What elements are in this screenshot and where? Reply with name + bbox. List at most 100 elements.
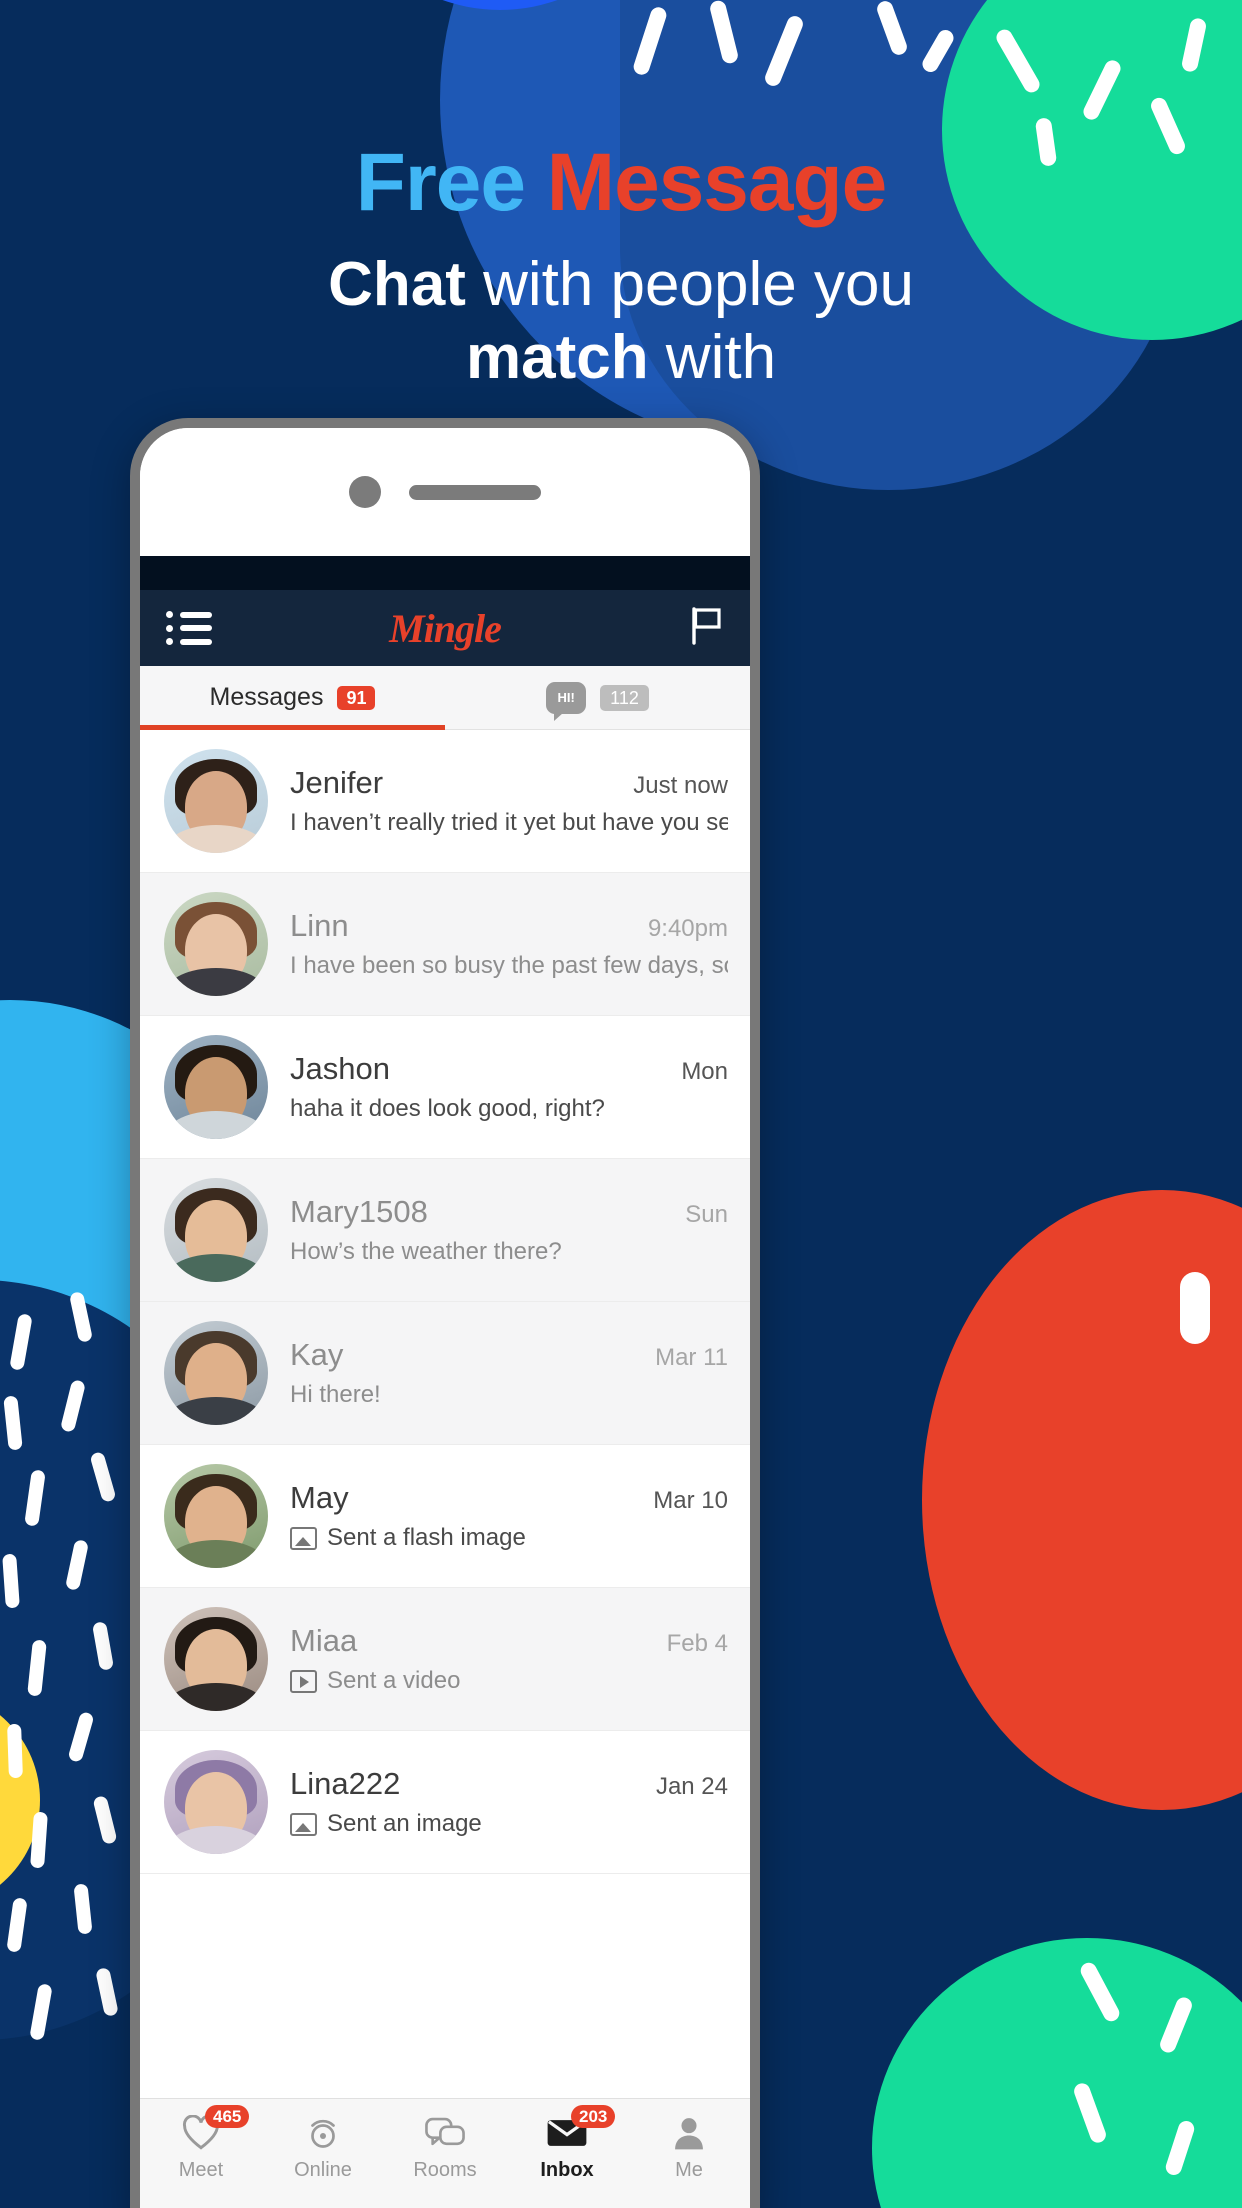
row-content: Lina222 Jan 24 Sent an image xyxy=(290,1766,728,1838)
promo-screenshot: Free Message Chat with people you match … xyxy=(0,0,1242,2208)
confetti-dash xyxy=(7,1723,23,1779)
headline-message: Message xyxy=(546,137,887,228)
nav-meet-label: Meet xyxy=(178,2159,224,2181)
nav-inbox-label: Inbox xyxy=(540,2159,594,2181)
tab-greetings[interactable]: HI! 112 xyxy=(445,666,750,729)
row-content: Jenifer Just now I haven’t really tried … xyxy=(290,765,728,837)
conversation-preview-text: haha it does look good, right? xyxy=(290,1095,605,1122)
table-row[interactable]: Linn 9:40pm I have been so busy the past… xyxy=(140,873,750,1016)
conversation-preview: Hi there! xyxy=(290,1381,728,1409)
row-content: Kay Mar 11 Hi there! xyxy=(290,1337,728,1409)
conversation-preview: haha it does look good, right? xyxy=(290,1095,728,1123)
nav-me-label: Me xyxy=(675,2159,703,2181)
nav-item-online[interactable]: Online xyxy=(262,2111,384,2182)
tab-greetings-badge: 112 xyxy=(600,684,649,711)
conversation-preview: How’s the weather there? xyxy=(290,1238,728,1266)
nav-item-inbox[interactable]: 203 Inbox xyxy=(506,2105,628,2182)
conversation-name: Jashon xyxy=(290,1051,390,1086)
conversation-preview-text: I haven’t really tried it yet but have y… xyxy=(290,809,728,836)
headline-free: Free xyxy=(355,137,547,228)
avatar xyxy=(164,1178,268,1282)
headline-line-2-rest: with people you xyxy=(465,250,914,320)
table-row[interactable]: May Mar 10 Sent a flash image xyxy=(140,1445,750,1588)
nav-meet-badge: 465 xyxy=(205,2105,250,2128)
conversation-preview: Sent an image xyxy=(290,1810,728,1838)
conversation-preview: Sent a flash image xyxy=(290,1524,728,1552)
table-row[interactable]: Lina222 Jan 24 Sent an image xyxy=(140,1731,750,1874)
image-attachment-icon xyxy=(290,1812,317,1836)
headline-line-2: Chat with people you xyxy=(0,248,1242,321)
conversation-preview-text: Sent an image xyxy=(327,1810,482,1837)
phone-earpiece-area xyxy=(140,428,750,556)
conversation-name: Linn xyxy=(290,908,349,943)
camera-icon xyxy=(349,476,381,508)
confetti-pill xyxy=(1180,1272,1210,1344)
conversation-preview-text: How’s the weather there? xyxy=(290,1238,562,1265)
chat-bubble-hi-icon: HI! xyxy=(546,681,587,721)
conversation-time: Sun xyxy=(685,1201,728,1228)
conversation-preview: Sent a video xyxy=(290,1667,728,1695)
avatar xyxy=(164,892,268,996)
phone-mockup: Mingle Messages 91 HI! 112 Jenifer Just … xyxy=(130,418,760,2208)
headline-line-3-rest: with xyxy=(648,323,777,393)
nav-item-me[interactable]: Me xyxy=(628,2111,750,2182)
status-bar xyxy=(140,556,750,590)
conversation-time: Feb 4 xyxy=(666,1630,728,1657)
table-row[interactable]: Jenifer Just now I haven’t really tried … xyxy=(140,730,750,873)
conversation-preview: I have been so busy the past few days, s… xyxy=(290,952,728,980)
flag-icon[interactable] xyxy=(690,606,724,650)
headline-line-3: match with xyxy=(0,321,1242,394)
app-screen: Mingle Messages 91 HI! 112 Jenifer Just … xyxy=(140,556,750,2208)
table-row[interactable]: Jashon Mon haha it does look good, right… xyxy=(140,1016,750,1159)
nav-item-meet[interactable]: 465 Meet xyxy=(140,2105,262,2182)
avatar xyxy=(164,1607,268,1711)
conversation-name: May xyxy=(290,1480,349,1515)
video-attachment-icon xyxy=(290,1669,317,1693)
tab-messages-label: Messages xyxy=(209,683,324,711)
app-logo: Mingle xyxy=(140,605,750,652)
conversation-time: Mar 11 xyxy=(655,1344,728,1371)
row-content: Jashon Mon haha it does look good, right… xyxy=(290,1051,728,1123)
avatar xyxy=(164,1464,268,1568)
conversation-time: Mar 10 xyxy=(653,1487,728,1514)
tab-messages[interactable]: Messages 91 xyxy=(140,666,445,730)
conversation-time: Just now xyxy=(633,772,728,799)
conversation-preview-text: Hi there! xyxy=(290,1381,381,1408)
app-bar: Mingle xyxy=(140,590,750,666)
conversation-preview-text: Sent a video xyxy=(327,1667,461,1694)
image-attachment-icon xyxy=(290,1526,317,1550)
chat-rooms-icon xyxy=(422,2111,468,2155)
tab-messages-badge: 91 xyxy=(337,685,376,710)
table-row[interactable]: Kay Mar 11 Hi there! xyxy=(140,1302,750,1445)
app-logo-text: Mingle xyxy=(389,605,502,651)
conversation-preview-text: I have been so busy the past few days, s… xyxy=(290,952,728,979)
tab-bar: Messages 91 HI! 112 xyxy=(140,666,750,730)
conversation-preview-text: Sent a flash image xyxy=(327,1524,526,1551)
conversation-preview: I haven’t really tried it yet but have y… xyxy=(290,809,728,837)
hamburger-list-icon[interactable] xyxy=(166,611,212,645)
conversation-name: Kay xyxy=(290,1337,344,1372)
conversation-name: Lina222 xyxy=(290,1766,401,1801)
nav-online-label: Online xyxy=(294,2159,352,2181)
promo-headline: Free Message Chat with people you match … xyxy=(0,137,1242,394)
conversation-time: Mon xyxy=(681,1058,728,1085)
headline-chat: Chat xyxy=(328,250,466,320)
nav-rooms-label: Rooms xyxy=(413,2159,477,2181)
avatar xyxy=(164,749,268,853)
headline-match: match xyxy=(465,323,649,393)
table-row[interactable]: Miaa Feb 4 Sent a video xyxy=(140,1588,750,1731)
radar-icon xyxy=(300,2111,346,2155)
conversation-time: Jan 24 xyxy=(655,1773,728,1800)
nav-inbox-badge: 203 xyxy=(571,2105,616,2128)
row-content: Linn 9:40pm I have been so busy the past… xyxy=(290,908,728,980)
conversation-name: Miaa xyxy=(290,1623,358,1658)
nav-item-rooms[interactable]: Rooms xyxy=(384,2111,506,2182)
conversation-time: 9:40pm xyxy=(647,915,728,942)
row-content: Miaa Feb 4 Sent a video xyxy=(290,1623,728,1695)
bottom-navigation: 465 Meet Online Rooms 203 Inbox Me xyxy=(140,2098,750,2208)
table-row[interactable]: Mary1508 Sun How’s the weather there? xyxy=(140,1159,750,1302)
row-content: May Mar 10 Sent a flash image xyxy=(290,1480,728,1552)
conversation-list[interactable]: Jenifer Just now I haven’t really tried … xyxy=(140,730,750,2098)
avatar xyxy=(164,1750,268,1854)
avatar xyxy=(164,1321,268,1425)
